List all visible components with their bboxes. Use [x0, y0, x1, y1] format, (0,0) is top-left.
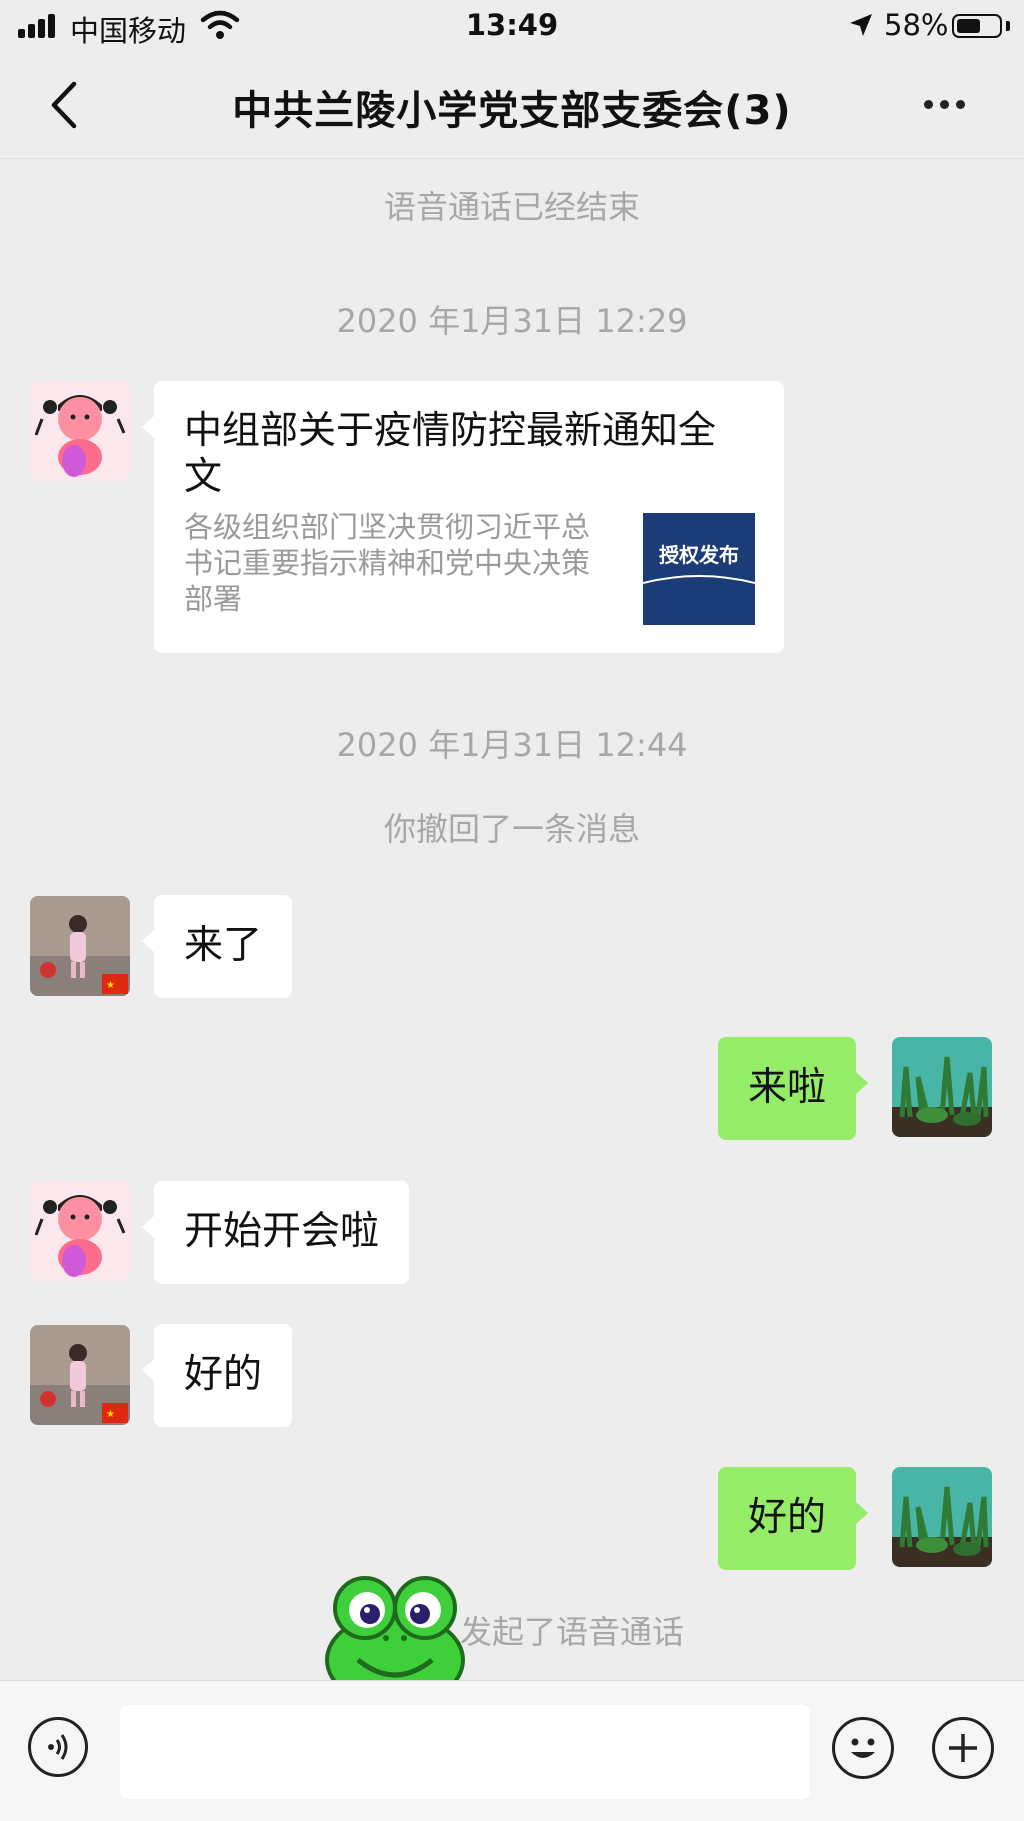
- timestamp: 2020 年1月31日 12:44: [336, 726, 688, 764]
- message-bubble[interactable]: 好的: [141, 1324, 293, 1427]
- card-description: 各级组织部门坚决贯彻习近平总书记重要指示精神和党中央决策部署: [184, 510, 591, 616]
- emoji-icon: [851, 1738, 875, 1758]
- chat-title: 中共兰陵小学党支部支委会(3): [232, 88, 792, 134]
- avatar-self-aquarium[interactable]: [892, 1037, 992, 1137]
- location-arrow-icon: [850, 14, 872, 36]
- battery-tip: [1006, 21, 1010, 31]
- message-bubble[interactable]: 来了: [141, 895, 293, 998]
- message-bubble-self[interactable]: 好的: [718, 1467, 869, 1570]
- avatar-cartoon-girl[interactable]: [30, 1181, 130, 1281]
- card-thumbnail: 授权发布: [643, 513, 755, 625]
- voice-icon: [48, 1734, 68, 1760]
- avatar-child-photo[interactable]: ★: [30, 896, 130, 996]
- card-title: 中组部关于疫情防控最新通知全文: [184, 408, 717, 498]
- more-button[interactable]: [920, 94, 970, 114]
- svg-text:★: ★: [106, 1409, 115, 1420]
- more-dots-icon: [924, 100, 933, 109]
- system-message-call-started: 发起了语音通话: [460, 1613, 685, 1651]
- emoji-button[interactable]: [832, 1717, 894, 1779]
- nav-bar: 中共兰陵小学党支部支委会(3): [0, 52, 1024, 159]
- article-card[interactable]: 中组部关于疫情防控最新通知全文 各级组织部门坚决贯彻习近平总书记重要指示精神和党…: [142, 381, 784, 653]
- message-bubble[interactable]: 开始开会啦: [141, 1181, 410, 1284]
- voice-button[interactable]: [28, 1717, 88, 1777]
- plus-icon: [949, 1734, 977, 1762]
- system-message-call-ended: 语音通话已经结束: [383, 188, 640, 226]
- svg-text:★: ★: [106, 980, 115, 991]
- plus-button[interactable]: [932, 1717, 994, 1779]
- message-input[interactable]: [120, 1705, 810, 1799]
- battery-percent: 58%: [884, 8, 949, 42]
- system-message-recall: 你撤回了一条消息: [383, 810, 640, 848]
- battery-icon: [952, 14, 1002, 38]
- avatar-child-photo[interactable]: ★: [30, 1325, 130, 1425]
- status-bar: 中国移动 13:49 58%: [0, 0, 1024, 52]
- timestamp: 2020 年1月31日 12:29: [336, 302, 688, 340]
- avatar-self-aquarium[interactable]: [892, 1467, 992, 1567]
- input-bar: [0, 1680, 1024, 1821]
- message-bubble-self[interactable]: 来啦: [718, 1037, 869, 1140]
- avatar-cartoon-girl[interactable]: [30, 381, 130, 481]
